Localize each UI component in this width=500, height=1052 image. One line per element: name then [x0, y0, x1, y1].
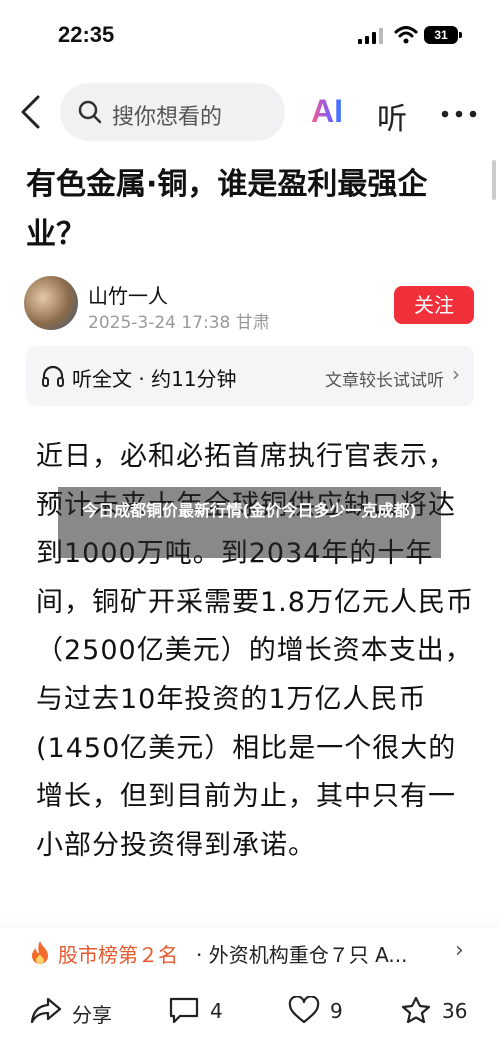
status-bar: 22:35 31: [0, 0, 500, 72]
status-time: 22:35: [58, 22, 115, 47]
ai-button[interactable]: AI: [311, 93, 343, 130]
comment-count: 4: [210, 999, 223, 1023]
scrollbar[interactable]: [492, 160, 496, 200]
search-placeholder: 搜你想看的: [112, 105, 223, 130]
title-overlay-banner: 今日成都铜价最新行情(金价今日多少一克成都): [58, 487, 441, 558]
like-button[interactable]: 9: [288, 986, 358, 1036]
chevron-right-icon: ›: [452, 362, 460, 386]
author-row: 山竹一人 2025-3-24 17:38 甘肃 关注: [24, 276, 476, 333]
listen-label: 听全文 · 约11分钟: [72, 367, 237, 391]
cellular-signal-icon: [358, 28, 383, 44]
listen-hint: 文章较长试试听: [325, 371, 444, 391]
bottom-action-bar: 分享 4 9 36: [0, 986, 500, 1036]
like-count: 9: [330, 999, 343, 1023]
chevron-right-icon: ›: [455, 938, 464, 963]
search-bar[interactable]: 搜你想看的: [60, 83, 285, 141]
hot-ranking-bar[interactable]: 股市榜第２名 · 外资机构重仓７只 A... ›: [0, 928, 500, 978]
star-icon: [401, 996, 431, 1024]
author-name[interactable]: 山竹一人: [88, 280, 168, 309]
search-icon: [78, 100, 102, 124]
favorite-button[interactable]: 36: [400, 986, 480, 1036]
top-nav: 搜你想看的 AI 听: [0, 80, 500, 146]
wifi-icon: [394, 26, 418, 44]
follow-button[interactable]: 关注: [394, 286, 474, 324]
comment-icon: [169, 997, 199, 1024]
post-meta: 2025-3-24 17:38 甘肃: [88, 313, 270, 333]
battery-icon: 31: [424, 26, 462, 44]
hot-rank-label: 股市榜第２名: [58, 943, 178, 967]
more-options-icon[interactable]: [441, 110, 477, 118]
fire-icon: [32, 941, 48, 964]
listen-full-text-bar[interactable]: 听全文 · 约11分钟 文章较长试试听 ›: [26, 346, 474, 406]
share-label: 分享: [72, 1003, 112, 1027]
avatar[interactable]: [24, 276, 78, 330]
share-icon: [30, 997, 62, 1024]
listen-button[interactable]: 听: [377, 94, 407, 138]
headphones-icon: [42, 365, 64, 387]
hot-headline: · 外资机构重仓７只 A...: [196, 943, 408, 967]
favorite-count: 36: [442, 999, 468, 1023]
comment-button[interactable]: 4: [168, 986, 238, 1036]
article-title: 有色金属·铜，谁是盈利最强企业？: [26, 167, 428, 252]
share-button[interactable]: 分享: [30, 986, 130, 1036]
heart-icon: [288, 996, 320, 1024]
back-arrow-icon[interactable]: [18, 94, 44, 130]
